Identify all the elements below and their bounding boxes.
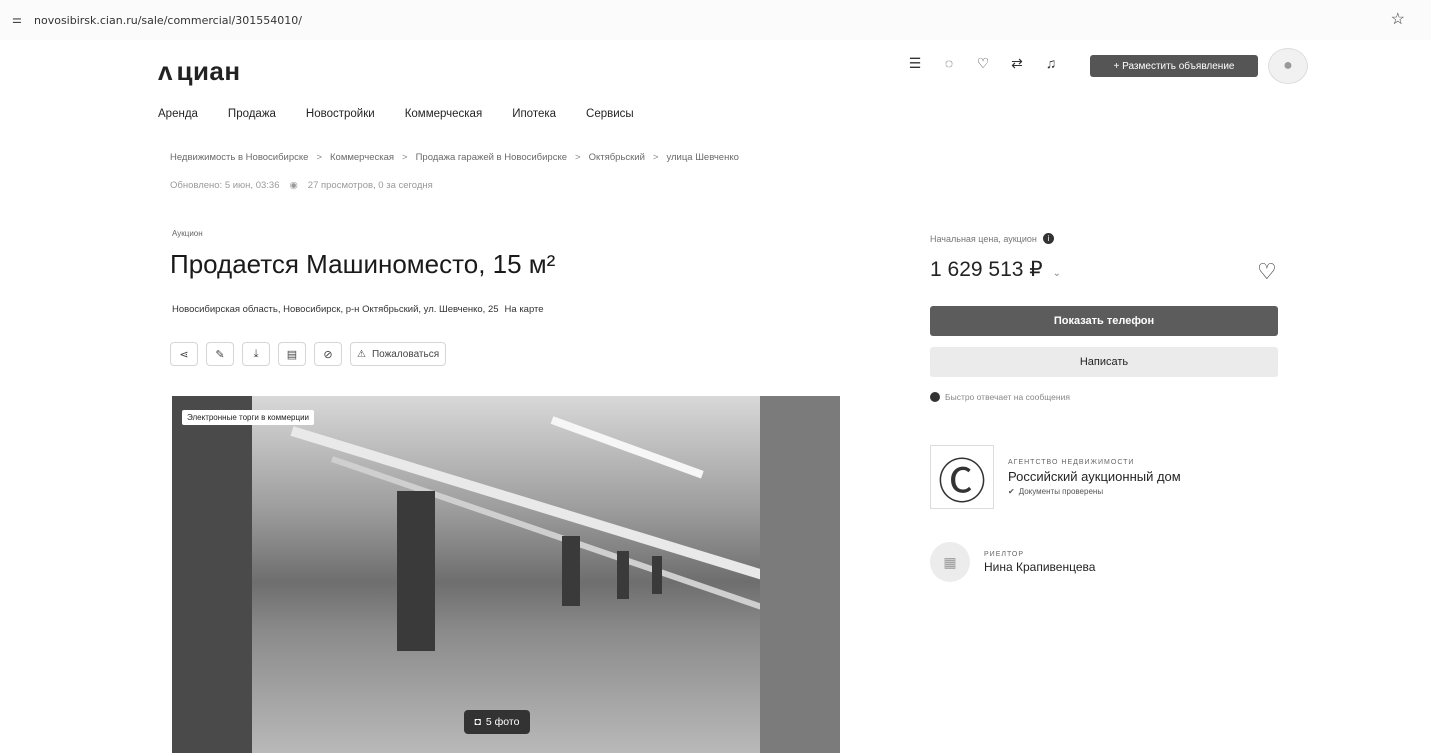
logo-text: циан — [176, 56, 241, 86]
edit-note-button[interactable]: ✎ — [206, 342, 234, 366]
parking-column — [617, 551, 629, 599]
agency-card[interactable]: Ⓒ АГЕНТСТВО НЕДВИЖИМОСТИ Российский аукц… — [930, 445, 1181, 509]
chevron-down-icon[interactable]: ⌄ — [1053, 268, 1061, 279]
nav-item-mortgage[interactable]: Ипотека — [512, 108, 556, 120]
building-icon: ▦ — [943, 553, 957, 570]
report-label: Пожаловаться — [371, 348, 440, 360]
pencil-icon: ✎ — [215, 348, 225, 361]
photo-gallery[interactable]: Электронные торги в коммерции ◘ 5 фото — [172, 396, 840, 753]
views-text[interactable]: 27 просмотров, 0 за сегодня — [308, 180, 433, 191]
realtor-role: РИЕЛТОР — [984, 550, 1025, 558]
user-avatar[interactable]: ● — [1268, 48, 1308, 84]
favorite-heart-icon[interactable]: ♡ — [1257, 259, 1277, 285]
post-ad-button[interactable]: + Разместить объявление — [1090, 55, 1258, 77]
url-text[interactable]: novosibirsk.cian.ru/sale/commercial/3015… — [34, 14, 302, 27]
address-text: Новосибирская область, Новосибирск, р-н … — [172, 304, 499, 315]
agency-logo-mark: Ⓒ — [937, 456, 986, 509]
address: Новосибирская область, Новосибирск, р-н … — [172, 304, 544, 315]
agency-logo[interactable]: Ⓒ — [930, 445, 994, 509]
camera-icon: ◘ — [474, 716, 481, 728]
nav-item-services[interactable]: Сервисы — [586, 108, 634, 120]
realtor-card[interactable]: ▦ РИЕЛТОР Нина Крапивенцева — [930, 542, 1095, 582]
download-icon: ⤓ — [253, 347, 259, 360]
cian-logo[interactable]: ᴧ циан — [158, 50, 241, 84]
photo-count-label: 5 фото — [485, 716, 520, 728]
photo-count-button[interactable]: ◘ 5 фото — [464, 710, 530, 734]
report-button[interactable]: ⚠ Пожаловаться — [350, 342, 447, 366]
header-icons: ☰ ◌ ♡ ⇄ ♫ — [906, 54, 1060, 72]
download-button[interactable]: ⤓ — [242, 342, 270, 366]
share-button[interactable]: ⋖ — [170, 342, 198, 366]
share-icon: ⋖ — [179, 348, 189, 361]
breadcrumb-separator: > — [575, 152, 581, 163]
page-title: Продается Машиноместо, 15 м² — [170, 249, 556, 279]
print-icon: ▤ — [286, 348, 298, 361]
fast-reply-text: Быстро отвечает на сообщения — [945, 392, 1070, 402]
breadcrumb-item[interactable]: Октябрьский — [589, 152, 645, 163]
parking-column — [562, 536, 580, 606]
agency-name[interactable]: Российский аукционный дом — [1008, 469, 1181, 484]
breadcrumb-item[interactable]: Продажа гаражей в Новосибирске — [416, 152, 567, 163]
compare-icon[interactable]: ⇄ — [1008, 54, 1026, 72]
gallery-next-photo[interactable] — [760, 396, 840, 753]
price: 1 629 513 ₽ ⌄ — [930, 257, 1061, 282]
clock-icon — [930, 392, 940, 402]
breadcrumb-item[interactable]: улица Шевченко — [666, 152, 738, 163]
listing-meta: Обновлено: 5 июн, 03:36 ◉ 27 просмотров,… — [170, 180, 433, 191]
eye-icon: ◉ — [289, 180, 298, 191]
main-photo[interactable] — [252, 396, 791, 753]
warning-icon: ⚠ — [357, 348, 366, 360]
breadcrumb: Недвижимость в Новосибирске > Коммерческ… — [170, 152, 739, 163]
tune-icon[interactable]: ⚌ — [12, 13, 22, 26]
parking-column — [652, 556, 662, 594]
agency-type: АГЕНТСТВО НЕДВИЖИМОСТИ — [1008, 458, 1135, 466]
updated-text: Обновлено: 5 июн, 03:36 — [170, 180, 280, 191]
breadcrumb-separator: > — [402, 152, 408, 163]
main-nav: Аренда Продажа Новостройки Коммерческая … — [158, 108, 634, 120]
parking-column — [397, 491, 435, 651]
menu-lines-icon[interactable]: ☰ — [906, 54, 924, 72]
check-badge-icon: ✔ — [1008, 486, 1015, 496]
chat-icon[interactable]: ◌ — [940, 54, 958, 72]
info-icon[interactable]: i — [1042, 233, 1054, 244]
breadcrumb-item[interactable]: Коммерческая — [330, 152, 394, 163]
realtor-avatar[interactable]: ▦ — [930, 542, 970, 582]
show-phone-button[interactable]: Показать телефон — [930, 306, 1278, 336]
price-label: Начальная цена, аукцион i — [930, 233, 1054, 244]
eye-off-icon: ⊘ — [323, 348, 333, 361]
heart-icon[interactable]: ♡ — [974, 54, 992, 72]
auction-tag: Аукцион — [172, 229, 203, 238]
star-icon[interactable]: ☆ — [1391, 9, 1405, 29]
realtor-name[interactable]: Нина Крапивенцева — [984, 560, 1095, 574]
nav-item-rent[interactable]: Аренда — [158, 108, 198, 120]
gallery-prev-photo[interactable] — [172, 396, 252, 753]
logo-person-icon: ᴧ — [158, 56, 173, 86]
nav-item-commercial[interactable]: Коммерческая — [405, 108, 483, 120]
bell-icon[interactable]: ♫ — [1042, 54, 1060, 72]
browser-address-bar: ⚌ novosibirsk.cian.ru/sale/commercial/30… — [0, 0, 1431, 40]
user-icon: ● — [1283, 57, 1293, 74]
breadcrumb-item[interactable]: Недвижимость в Новосибирске — [170, 152, 308, 163]
print-button[interactable]: ▤ — [278, 342, 306, 366]
nav-item-sale[interactable]: Продажа — [228, 108, 276, 120]
breadcrumb-separator: > — [652, 152, 659, 163]
ceiling-light — [550, 416, 704, 479]
docs-verified-text: Документы проверены — [1018, 486, 1104, 496]
hide-button[interactable]: ⊘ — [314, 342, 342, 366]
breadcrumb-separator: > — [316, 152, 322, 163]
fast-reply-note: Быстро отвечает на сообщения — [930, 392, 1070, 402]
price-label-text: Начальная цена, аукцион — [930, 233, 1037, 244]
ceiling-beam — [290, 426, 791, 588]
auction-badge: Электронные торги в коммерции — [182, 410, 315, 425]
docs-verified: ✔ Документы проверены — [1008, 487, 1181, 496]
write-message-button[interactable]: Написать — [930, 347, 1278, 377]
nav-item-newbuildings[interactable]: Новостройки — [306, 108, 375, 120]
map-link[interactable]: На карте — [505, 304, 544, 315]
price-value: 1 629 513 ₽ — [930, 258, 1043, 281]
listing-actions: ⋖ ✎ ⤓ ▤ ⊘ ⚠ Пожаловаться — [170, 342, 447, 366]
